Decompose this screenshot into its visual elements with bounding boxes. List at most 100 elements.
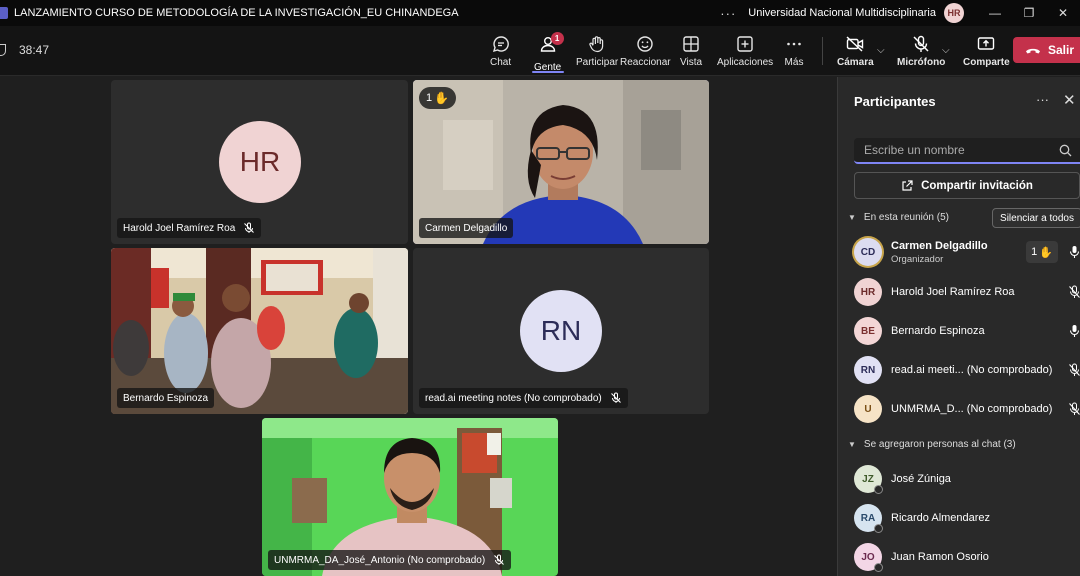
raise-hand-button[interactable]: Participar [576,34,618,68]
mute-all-button[interactable]: Silenciar a todos [992,208,1080,228]
participant-avatar: CD [854,238,882,266]
mic-off-icon [610,392,621,403]
microphone-button[interactable]: Micrófono [897,34,945,68]
participant-avatar: RA [854,504,883,533]
hand-icon [589,36,604,53]
participant-row[interactable]: HR Harold Joel Ramírez Roa [854,276,1080,308]
mic-on-icon [1069,246,1080,258]
participant-name: Harold Joel Ramírez Roa [123,222,236,234]
hang-up-icon [1026,48,1040,54]
participant-name-tag: Carmen Delgadillo [419,218,514,238]
search-icon[interactable] [1059,144,1072,157]
meeting-timer: 38:47 [0,43,49,57]
avatar-initials: RA [860,512,876,524]
raise-label: Participar [576,57,619,68]
participant-name: Bernardo Espinoza [123,392,209,404]
participant-role: Organizador [891,253,944,265]
participants-panel: Participantes ··· ✕ Compartir invitación… [837,77,1080,576]
participant-tile-carmen[interactable]: 1 ✋ Carmen Delgadillo [413,80,709,244]
participant-name: Harold Joel Ramírez Roa [891,286,1015,298]
participant-row[interactable]: BE Bernardo Espinoza [854,315,1080,347]
react-button[interactable]: Reaccionar [620,34,671,68]
apps-button[interactable]: Aplicaciones [717,34,773,68]
smiley-icon [637,36,653,52]
participant-name: UNMRMA_D... (No comprobado) [891,403,1053,415]
share-screen-icon [978,37,995,50]
participant-name-tag: Harold Joel Ramírez Roa [117,218,262,238]
user-avatar[interactable]: HR [944,3,964,23]
share-icon [902,180,913,191]
participant-avatar: RN [854,356,882,384]
participant-name: José Zúniga [891,473,951,485]
share-invite-button[interactable]: Compartir invitación [854,172,1080,199]
participant-tile-bernardo[interactable]: Bernardo Espinoza [111,248,408,414]
raised-hand-badge: 1 ✋ [1026,241,1058,263]
people-button[interactable]: 1 Gente [534,32,564,73]
participant-row[interactable]: RN read.ai meeti... (No comprobado) [854,354,1080,386]
participant-name: read.ai meeting notes (No comprobado) [425,392,602,404]
participant-search-box [854,138,1080,164]
grid-view-icon [683,36,699,52]
meeting-title: LANZAMIENTO CURSO DE METODOLOGÍA DE LA I… [14,7,459,19]
video-stage: HR Harold Joel Ramírez Roa 1 ✋ Carmen De… [0,77,836,576]
more-options-icon[interactable]: ··· [720,6,736,21]
participant-name: UNMRMA_DA_José_Antonio (No comprobado) [274,554,486,566]
chat-participant-row[interactable]: JO Juan Ramon Osorio [854,541,1080,573]
leave-label: Salir [1048,43,1075,57]
camera-options-chevron-icon[interactable]: ⌵ [877,45,885,56]
ellipsis-icon [787,42,801,46]
raised-hand-icon: ✋ [1039,246,1053,259]
mic-off-icon [1069,363,1080,376]
shield-icon [0,44,6,56]
title-bar: LANZAMIENTO CURSO DE METODOLOGÍA DE LA I… [0,0,1080,26]
elapsed-time: 38:47 [19,43,50,57]
raised-hand-badge: 1 ✋ [419,87,457,109]
in-meeting-count: En esta reunión (5) [863,212,949,223]
participant-name: Carmen Delgadillo [891,239,988,252]
organization-name: Universidad Nacional Multidisciplinaria [748,7,936,19]
active-tab-indicator [532,71,564,73]
mic-off-icon [494,554,505,565]
participant-name-tag: UNMRMA_DA_José_Antonio (No comprobado) [268,550,512,570]
leave-button[interactable]: Salir [1013,37,1080,63]
panel-more-options-icon[interactable]: ··· [1036,92,1049,107]
mic-options-chevron-icon[interactable]: ⌵ [942,45,950,56]
more-label: Más [784,57,804,68]
participant-tile-readai[interactable]: RN read.ai meeting notes (No comprobado) [413,248,709,414]
participant-row[interactable]: CD Carmen Delgadillo Organizador 1 ✋ [854,236,1080,268]
view-button[interactable]: Vista [680,34,702,68]
restore-button[interactable]: ❐ [1012,6,1046,20]
participant-name: read.ai meeti... (No comprobado) [891,364,1053,376]
add-app-icon [737,36,753,52]
panel-title: Participantes [854,94,936,109]
participant-tile-jose-antonio[interactable]: UNMRMA_DA_José_Antonio (No comprobado) [262,418,558,576]
camera-button[interactable]: Cámara [837,34,874,68]
chat-added-section-header[interactable]: ▼ Se agregaron personas al chat (3) [848,439,1016,450]
participant-row[interactable]: U UNMRMA_D... (No comprobado) [854,393,1080,425]
more-actions-button[interactable]: Más [784,34,804,68]
toolbar-divider [822,37,823,65]
avatar-initials: JZ [862,473,874,485]
share-screen-button[interactable]: Comparte [963,34,1010,68]
minimize-button[interactable]: — [978,6,1012,20]
chat-participant-row[interactable]: RA Ricardo Almendarez [854,502,1080,534]
participant-name: Carmen Delgadillo [425,222,508,234]
participant-avatar: JO [854,543,883,572]
participant-avatar: HR [219,121,301,203]
mic-label: Micrófono [897,57,946,68]
participant-avatar: HR [854,278,882,306]
participant-avatar: RN [520,290,602,372]
participant-search-input[interactable] [854,143,1044,157]
share-invite-label: Compartir invitación [921,179,1033,192]
participant-tile-harold[interactable]: HR Harold Joel Ramírez Roa [111,80,408,244]
chat-icon [492,36,509,53]
in-meeting-section-header[interactable]: ▼ En esta reunión (5) [848,212,949,223]
close-window-button[interactable]: ✕ [1046,6,1080,20]
participant-name: Juan Ramon Osorio [891,551,989,563]
raised-hand-icon: ✋ [434,91,450,105]
participant-avatar: JZ [854,465,883,494]
chat-participant-row[interactable]: JZ José Zúniga [854,463,1080,495]
people-badge: 1 [550,32,564,45]
chat-button[interactable]: Chat [490,34,511,68]
panel-close-icon[interactable]: ✕ [1063,91,1076,109]
